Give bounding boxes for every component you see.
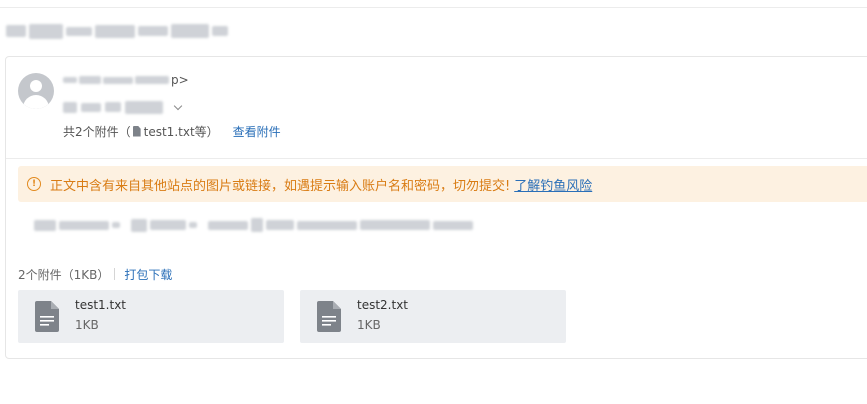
attachment-card[interactable]: test1.txt 1KB — [18, 290, 284, 343]
warning-icon: ! — [27, 177, 41, 191]
file-icon — [132, 125, 141, 137]
phishing-risk-link[interactable]: 了解钓鱼风险 — [514, 175, 592, 194]
email-message-card: p> 共2个附件（ test1.txt等） 查看附件 ! 正文中含有来自其他站点… — [5, 56, 867, 359]
file-icon — [35, 301, 59, 332]
attachments-count-label: 2个附件（1KB） — [18, 267, 110, 282]
attachment-summary-file: test1.txt等） — [143, 124, 219, 139]
attachment-name: test2.txt — [357, 298, 409, 312]
attachment-name: test1.txt — [75, 298, 127, 312]
sender-address-suffix: p> — [171, 73, 189, 87]
chevron-down-icon[interactable] — [173, 101, 183, 110]
attachment-card[interactable]: test2.txt 1KB — [300, 290, 566, 343]
phishing-warning-banner: ! 正文中含有来自其他站点的图片或链接，如遇提示输入账户名和密码，切勿提交! 了… — [18, 166, 867, 202]
avatar-head-icon — [30, 80, 42, 92]
avatar-body-icon — [23, 95, 49, 109]
attachments-header: 2个附件（1KB） 打包下载 — [18, 265, 172, 283]
attachment-summary: 共2个附件（ test1.txt等） 查看附件 — [63, 122, 281, 140]
recipient-line[interactable] — [63, 98, 183, 116]
file-icon — [317, 301, 341, 332]
email-subject-redacted — [6, 20, 228, 42]
attachment-size: 1KB — [357, 318, 381, 332]
attachment-summary-prefix: 共2个附件（ — [63, 124, 131, 139]
header-divider — [6, 158, 867, 159]
separator — [114, 268, 116, 280]
sender-address[interactable]: p> — [63, 71, 189, 89]
warning-text: 正文中含有来自其他站点的图片或链接，如遇提示输入账户名和密码，切勿提交! — [50, 178, 511, 194]
download-all-link[interactable]: 打包下载 — [124, 266, 172, 283]
email-body-redacted — [34, 214, 473, 236]
attachment-size: 1KB — [75, 318, 99, 332]
top-divider — [0, 7, 867, 8]
avatar[interactable] — [18, 73, 54, 109]
view-attachments-link[interactable]: 查看附件 — [233, 123, 281, 140]
